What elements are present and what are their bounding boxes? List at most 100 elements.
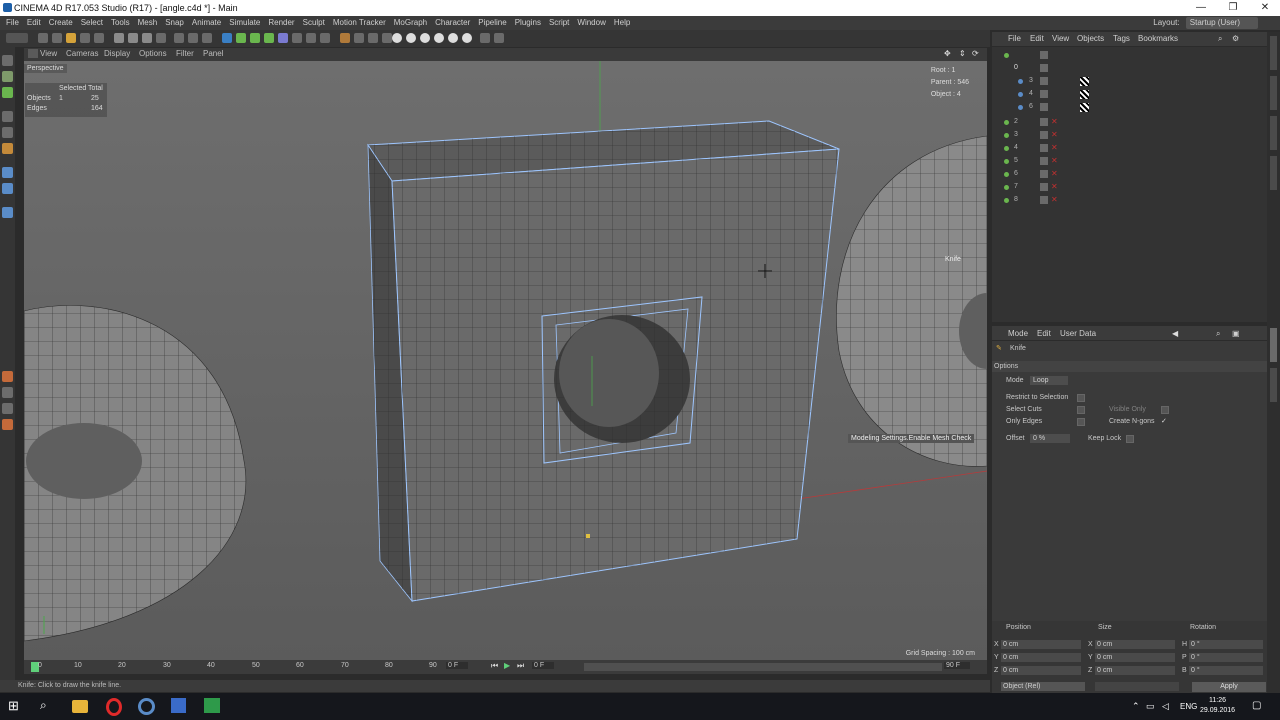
object-visibility-icon[interactable] — [1004, 159, 1009, 164]
menu-pipeline[interactable]: Pipeline — [474, 16, 510, 30]
select-cuts-checkbox[interactable] — [1077, 406, 1085, 414]
snapping-icon[interactable] — [420, 33, 430, 43]
spline-pen-icon[interactable] — [236, 33, 246, 43]
rot-b-field[interactable]: 0 ° — [1189, 666, 1263, 675]
disabled-x-icon[interactable]: ✕ — [1051, 169, 1058, 178]
cube-icon[interactable] — [222, 33, 232, 43]
viewport-menu-filter[interactable]: Filter — [176, 49, 194, 58]
viewport-nav-icon[interactable] — [28, 49, 38, 58]
soft-selection-icon[interactable] — [2, 183, 13, 194]
viewport-menu-options[interactable]: Options — [139, 49, 167, 58]
size-x-field[interactable]: 0 cm — [1095, 640, 1175, 649]
opera-icon[interactable] — [106, 698, 122, 716]
object-toggle-icon[interactable] — [1040, 131, 1048, 139]
create-ngons-checkbox[interactable]: ✓ — [1161, 417, 1167, 425]
am-menu-edit[interactable]: Edit — [1037, 329, 1051, 338]
om-menu-objects[interactable]: Objects — [1077, 34, 1104, 43]
taskbar-clock[interactable]: 11:26 29.09.2016 — [1200, 696, 1235, 716]
save-icon[interactable] — [171, 698, 186, 713]
3d-viewport[interactable]: Perspective Selected Total Objects 1 25 … — [24, 61, 987, 660]
size-z-field[interactable]: 0 cm — [1095, 666, 1175, 675]
om-menu-bookmarks[interactable]: Bookmarks — [1138, 34, 1178, 43]
left-torus-object[interactable] — [24, 305, 247, 642]
cinema4d-taskbar-icon[interactable] — [138, 698, 155, 715]
object-toggle-icon[interactable] — [1040, 183, 1048, 191]
layout-dropdown[interactable]: Startup (User) — [1185, 17, 1258, 29]
disabled-x-icon[interactable]: ✕ — [1051, 130, 1058, 139]
z-axis-icon[interactable] — [142, 33, 152, 43]
om-menu-tags[interactable]: Tags — [1113, 34, 1130, 43]
search-icon[interactable]: ⌕ — [40, 698, 58, 716]
array-icon[interactable] — [264, 33, 274, 43]
maximize-button[interactable]: ❐ — [1218, 1, 1248, 15]
object-toggle-icon[interactable] — [1040, 157, 1048, 165]
edges-icon[interactable] — [2, 127, 13, 138]
scale-tool-icon[interactable] — [52, 33, 62, 43]
back-arrow-icon[interactable]: ◀ — [1172, 329, 1178, 338]
disabled-x-icon[interactable]: ✕ — [1051, 143, 1058, 152]
frame-start-field[interactable]: 0 F — [446, 662, 469, 669]
make-editable-icon[interactable] — [340, 33, 350, 43]
right-torus-object[interactable] — [836, 135, 987, 467]
menu-file[interactable]: File — [2, 16, 23, 30]
menu-animate[interactable]: Animate — [188, 16, 225, 30]
object-toggle-icon[interactable] — [1040, 144, 1048, 152]
size-mode-dropdown[interactable] — [1095, 682, 1179, 691]
object-row[interactable]: 4 — [992, 88, 1267, 101]
object-visibility-icon[interactable] — [1004, 146, 1009, 151]
texture-tag-icon[interactable] — [1080, 77, 1089, 86]
apply-button[interactable]: Apply — [1192, 682, 1266, 692]
menu-select[interactable]: Select — [77, 16, 107, 30]
viewport-menu-panel[interactable]: Panel — [203, 49, 223, 58]
menu-simulate[interactable]: Simulate — [225, 16, 264, 30]
menu-window[interactable]: Window — [573, 16, 609, 30]
object-toggle-icon[interactable] — [1040, 51, 1048, 59]
coordinate-system-icon[interactable] — [156, 33, 166, 43]
options-header[interactable]: Options — [992, 361, 1267, 372]
workplane-icon[interactable] — [434, 33, 444, 43]
visible-only-checkbox[interactable] — [1161, 406, 1169, 414]
object-row[interactable]: 5 ✕ — [992, 155, 1267, 168]
am-menu-mode[interactable]: Mode — [1008, 329, 1028, 338]
object-toggle-icon[interactable] — [1040, 170, 1048, 178]
object-visibility-icon[interactable] — [1004, 120, 1009, 125]
object-row[interactable]: 4 ✕ — [992, 142, 1267, 155]
frame-end-field[interactable]: 90 F — [944, 662, 971, 669]
viewport-zoom-icon[interactable]: ⇕ — [959, 49, 966, 58]
layers-tab[interactable] — [1270, 156, 1277, 190]
tweak-mode-icon[interactable] — [406, 33, 416, 43]
object-toggle-icon[interactable] — [1040, 103, 1048, 111]
language-indicator[interactable]: ENG — [1180, 702, 1197, 711]
om-settings-icon[interactable]: ⚙ — [1232, 34, 1239, 43]
frame-range-slider[interactable] — [584, 663, 942, 671]
edges-mode-icon[interactable] — [368, 33, 378, 43]
object-row[interactable]: 2 ✕ — [992, 116, 1267, 129]
prev-frame-icon[interactable]: ⏮ — [491, 661, 498, 671]
subdivision-icon[interactable] — [250, 33, 260, 43]
object-row[interactable]: 3 ✕ — [992, 129, 1267, 142]
object-visibility-icon[interactable] — [1004, 185, 1009, 190]
model-mode-icon[interactable] — [2, 55, 13, 66]
menu-edit[interactable]: Edit — [23, 16, 45, 30]
brush-icon[interactable] — [2, 387, 13, 398]
object-visibility-icon[interactable] — [1004, 53, 1009, 58]
windows-start-icon[interactable]: ⊞ — [8, 698, 26, 716]
object-visibility-icon[interactable] — [1004, 133, 1009, 138]
am-lock-icon[interactable]: ▣ — [1232, 329, 1240, 338]
sculpt-icon[interactable] — [2, 371, 13, 382]
object-row[interactable]: 0 — [992, 62, 1267, 75]
object-row[interactable]: 6 — [992, 101, 1267, 114]
attributes-tab[interactable] — [1270, 328, 1277, 362]
am-menu-user-data[interactable]: User Data — [1060, 329, 1096, 338]
texture-tag-icon[interactable] — [1080, 103, 1089, 112]
om-menu-edit[interactable]: Edit — [1030, 34, 1044, 43]
polygons-mode-icon[interactable] — [382, 33, 392, 43]
texture-mode-icon[interactable] — [2, 71, 13, 82]
object-row[interactable] — [992, 49, 1267, 62]
viewport-move-icon[interactable]: ✥ — [944, 49, 951, 58]
mode-dropdown[interactable]: Loop — [1030, 376, 1068, 385]
render-settings-icon[interactable] — [202, 33, 212, 43]
menu-script[interactable]: Script — [545, 16, 573, 30]
am-search-icon[interactable]: ⌕ — [1216, 329, 1220, 339]
points-icon[interactable] — [2, 111, 13, 122]
